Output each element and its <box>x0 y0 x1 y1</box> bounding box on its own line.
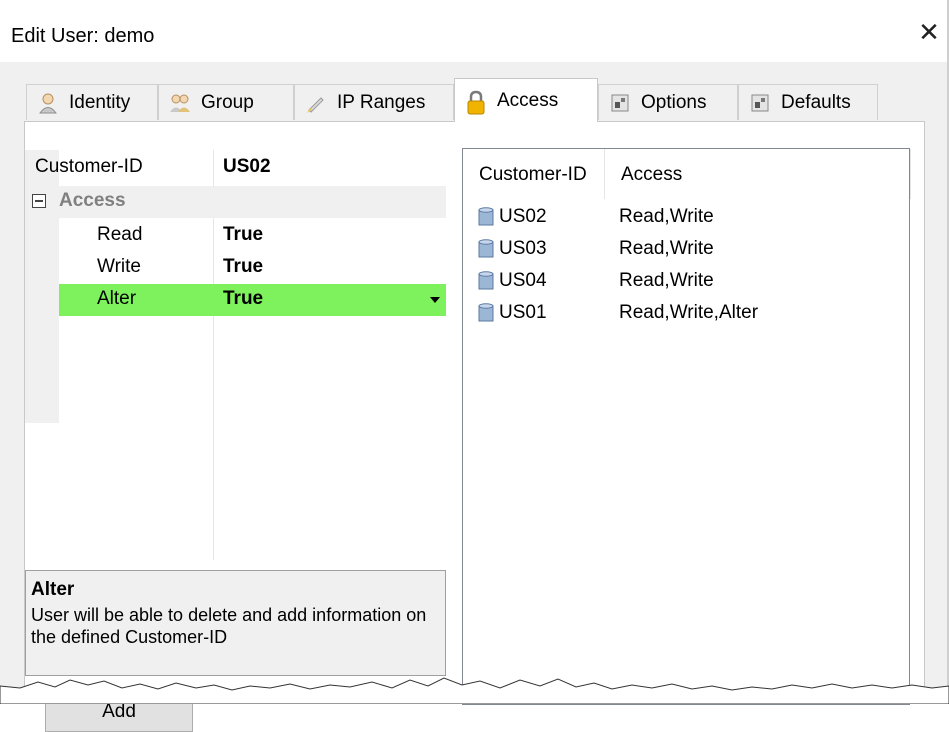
list-item-id: US02 <box>499 206 547 227</box>
title-bar: Edit User: demo ✕ <box>0 0 949 62</box>
pen-icon <box>305 92 327 114</box>
list-item-access: Read,Write,Alter <box>619 302 759 323</box>
property-value: True <box>223 256 264 277</box>
property-value: True <box>223 288 264 309</box>
column-header-access[interactable]: Access <box>605 149 911 199</box>
database-icon <box>477 303 495 323</box>
close-icon: ✕ <box>918 17 940 47</box>
list-item-id: US01 <box>499 302 547 323</box>
tab-label: IP Ranges <box>337 91 426 113</box>
window-title: Edit User: demo <box>11 25 155 47</box>
list-item-id: US03 <box>499 238 547 259</box>
property-name: Write <box>97 256 141 277</box>
list-item[interactable]: US04 Read,Write <box>463 265 909 297</box>
tab-label: Defaults <box>781 91 851 113</box>
property-name: Customer-ID <box>35 156 143 177</box>
tab-identity[interactable]: Identity <box>26 84 158 120</box>
property-row-read[interactable]: Read True <box>59 220 446 252</box>
group-icon <box>169 92 191 114</box>
collapse-icon[interactable] <box>32 194 46 208</box>
property-value: True <box>223 224 264 245</box>
property-grid[interactable]: Customer-ID US02 Access Read True Write … <box>25 150 446 560</box>
list-header: Customer-ID Access <box>463 149 911 199</box>
list-item-access: Read,Write <box>619 206 714 227</box>
tab-label: Access <box>497 89 559 111</box>
property-name: Read <box>97 224 143 245</box>
help-title: Alter <box>31 579 75 600</box>
database-icon <box>477 239 495 259</box>
database-icon <box>477 207 495 227</box>
property-row-write[interactable]: Write True <box>59 252 446 284</box>
tab-group[interactable]: Group <box>158 84 294 120</box>
settings-icon <box>609 92 631 114</box>
tab-defaults[interactable]: Defaults <box>738 84 878 120</box>
help-description: User will be able to delete and add info… <box>31 605 427 647</box>
property-value: US02 <box>223 156 271 177</box>
tab-label: Identity <box>69 91 131 113</box>
dropdown-arrow-icon[interactable] <box>430 297 440 303</box>
tab-ip-ranges[interactable]: IP Ranges <box>294 84 454 120</box>
list-item[interactable]: US02 Read,Write <box>463 201 909 233</box>
property-category-access[interactable]: Access <box>25 186 446 218</box>
list-item-access: Read,Write <box>619 238 714 259</box>
access-tab-panel: Customer-ID US02 Access Read True Write … <box>24 121 925 732</box>
tab-label: Options <box>641 91 707 113</box>
list-item-access: Read,Write <box>619 270 714 291</box>
category-label: Access <box>59 190 126 211</box>
list-item[interactable]: US01 Read,Write,Alter <box>463 297 909 329</box>
tab-options[interactable]: Options <box>598 84 738 120</box>
person-icon <box>37 92 59 114</box>
tab-access[interactable]: Access <box>454 78 598 122</box>
access-list[interactable]: Customer-ID Access US02 Read,Write US03 … <box>462 148 911 705</box>
property-row-customer-id[interactable]: Customer-ID US02 <box>25 152 446 184</box>
lock-icon <box>465 90 487 114</box>
close-button[interactable]: ✕ <box>909 16 949 50</box>
column-header-customer-id[interactable]: Customer-ID <box>463 149 605 199</box>
dialog-body: Identity Group IP Ranges Access Options <box>0 62 949 732</box>
property-name: Alter <box>97 288 137 309</box>
tab-label: Group <box>201 91 254 113</box>
list-item-id: US04 <box>499 270 547 291</box>
help-panel: Alter User will be able to delete and ad… <box>25 570 446 676</box>
database-icon <box>477 271 495 291</box>
property-row-alter[interactable]: Alter True <box>59 284 446 316</box>
settings-icon <box>749 92 771 114</box>
list-item[interactable]: US03 Read,Write <box>463 233 909 265</box>
torn-edge <box>0 677 949 704</box>
